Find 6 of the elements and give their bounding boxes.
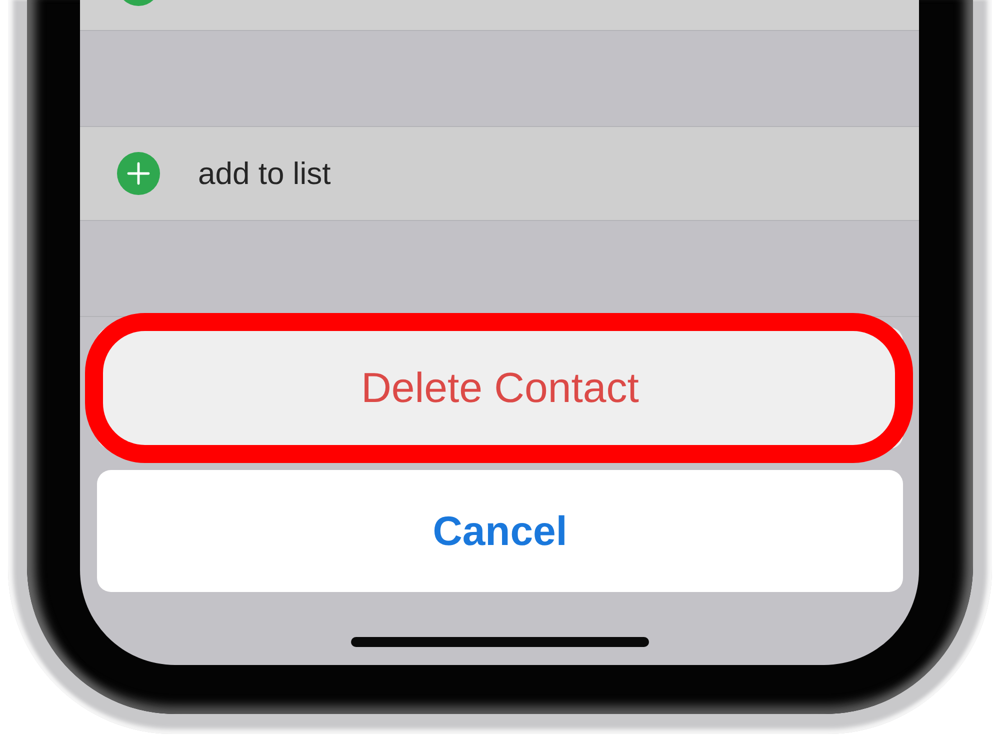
- cancel-button[interactable]: Cancel: [97, 470, 903, 592]
- delete-button[interactable]: Delete Contact: [97, 327, 903, 449]
- home-indicator[interactable]: [350, 637, 648, 647]
- list-row[interactable]: [80, 0, 919, 31]
- plus-icon: [117, 152, 160, 195]
- list-row[interactable]: add to list: [80, 127, 919, 221]
